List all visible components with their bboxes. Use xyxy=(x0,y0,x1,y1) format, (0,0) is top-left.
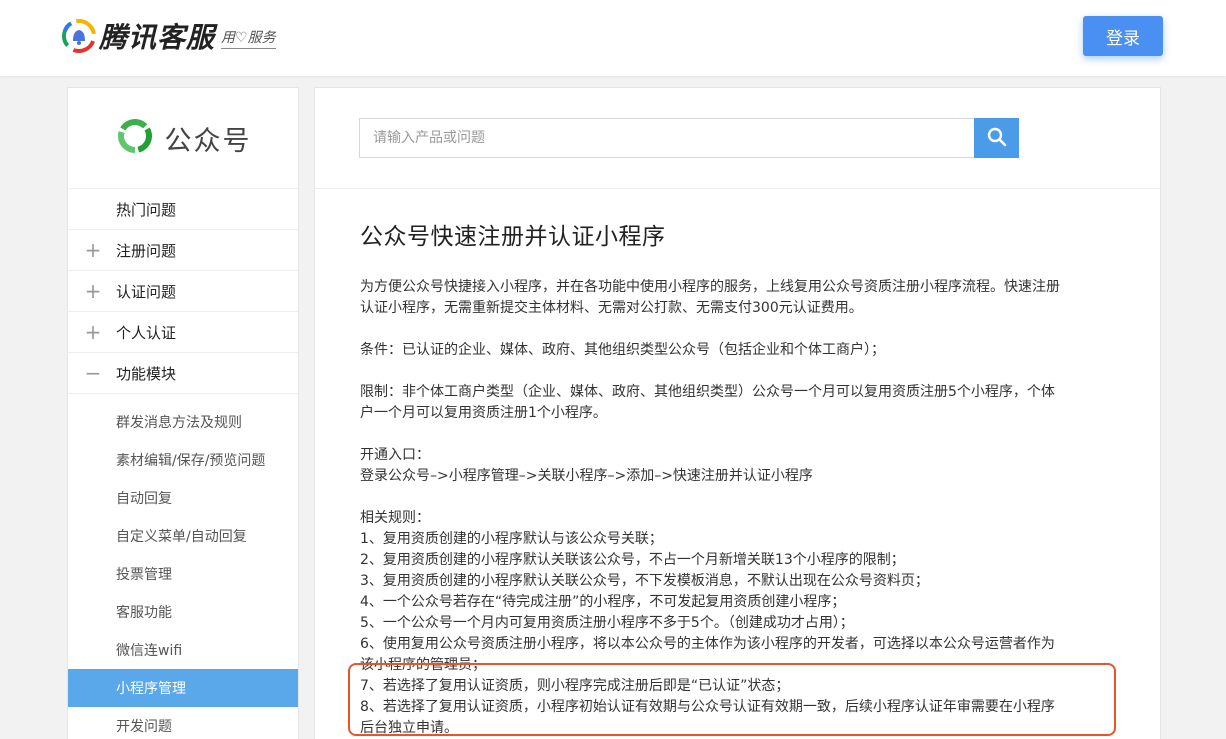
rule-item: 6、使用复用公众号资质注册小程序，将以本公众号的主体作为该小程序的开发者，可选择… xyxy=(360,636,1055,652)
search-bar xyxy=(315,88,1160,189)
sub-item-mini-program-management[interactable]: 小程序管理 xyxy=(68,669,298,707)
plus-icon: + xyxy=(84,320,102,344)
sub-item-wechat-wifi[interactable]: 微信连wifi xyxy=(68,631,298,669)
sidebar-item-label: 认证问题 xyxy=(116,282,177,301)
rule-item: 1、复用资质创建的小程序默认与该公众号关联； xyxy=(360,531,663,547)
login-button[interactable]: 登录 xyxy=(1083,16,1163,56)
sidebar-item-function-modules[interactable]: − 功能模块 xyxy=(68,353,298,394)
intro-line: 认证小程序，无需重新提交主体材料、无需对公打款、无需支付300元认证费用。 xyxy=(360,300,863,316)
rule-item: 4、一个公众号若存在“待完成注册”的小程序，不可发起复用资质创建小程序； xyxy=(360,594,846,610)
intro-line: 为方便公众号快捷接入小程序，并在各功能中使用小程序的服务，上线复用公众号资质注册… xyxy=(360,279,1060,295)
logo-slogan: 用♡服务 xyxy=(221,27,276,49)
rule-item: 5、一个公众号一个月内可复用资质注册小程序不多于5个。（创建成功才占用）； xyxy=(360,615,854,631)
sidebar-item-personal-certification[interactable]: + 个人认证 xyxy=(68,312,298,353)
sidebar-brand: 公众号 xyxy=(68,88,298,189)
sub-item-custom-menu[interactable]: 自定义菜单/自动回复 xyxy=(68,517,298,555)
tencent-bell-logo-icon xyxy=(62,19,96,53)
tencent-kefu-logo[interactable]: 腾讯客服 用♡服务 xyxy=(62,17,276,55)
sub-item-material-editing[interactable]: 素材编辑/保存/预览问题 xyxy=(68,441,298,479)
sidebar-item-label: 热门问题 xyxy=(116,200,177,219)
article-title: 公众号快速注册并认证小程序 xyxy=(360,224,666,250)
main-content: 公众号快速注册并认证小程序 为方便公众号快捷接入小程序，并在各功能中使用小程序的… xyxy=(314,87,1161,739)
sidebar-item-label: 个人认证 xyxy=(116,323,177,342)
sub-item-vote-management[interactable]: 投票管理 xyxy=(68,555,298,593)
article: 公众号快速注册并认证小程序 为方便公众号快捷接入小程序，并在各功能中使用小程序的… xyxy=(348,217,1120,739)
entry-path: 登录公众号–>小程序管理–>关联小程序–>添加–>快速注册并认证小程序 xyxy=(360,468,813,484)
sidebar-item-registration[interactable]: + 注册问题 xyxy=(68,230,298,271)
rule-item: 3、复用资质创建的小程序默认关联公众号，不下发模板消息，不默认出现在公众号资料页… xyxy=(360,573,929,589)
sub-item-auto-reply[interactable]: 自动回复 xyxy=(68,479,298,517)
sidebar-brand-label: 公众号 xyxy=(164,125,252,157)
rule-item: 2、复用资质创建的小程序默认关联该公众号，不占一个月新增关联13个小程序的限制； xyxy=(360,552,905,568)
entry-heading: 开通入口： xyxy=(360,447,430,463)
search-button[interactable] xyxy=(974,118,1019,158)
logo-text: 腾讯客服 xyxy=(99,21,216,54)
limit-line: 限制：非个体工商户类型（企业、媒体、政府、其他组织类型）公众号一个月可以复用资质… xyxy=(360,384,1055,400)
sub-item-customer-service[interactable]: 客服功能 xyxy=(68,593,298,631)
condition-text: 条件：已认证的企业、媒体、政府、其他组织类型公众号（包括企业和个体工商户）； xyxy=(360,342,885,358)
limit-line: 户一个月可以复用资质注册1个小程序。 xyxy=(360,405,607,421)
rules-heading: 相关规则： xyxy=(360,510,430,526)
sidebar-item-label: 注册问题 xyxy=(116,241,177,260)
sidebar-item-hot-questions[interactable]: 热门问题 xyxy=(68,189,298,230)
highlight-annotation-box xyxy=(348,663,1116,736)
plus-icon: + xyxy=(84,238,102,262)
sub-item-development[interactable]: 开发问题 xyxy=(68,707,298,739)
search-input[interactable] xyxy=(359,118,975,158)
search-icon xyxy=(987,127,1007,150)
sidebar: 公众号 热门问题 + 注册问题 + 认证问题 + 个人认证 − 功能模块 群发消… xyxy=(67,87,299,739)
minus-icon: − xyxy=(84,361,102,385)
function-modules-sublist: 群发消息方法及规则 素材编辑/保存/预览问题 自动回复 自定义菜单/自动回复 投… xyxy=(68,394,298,739)
top-header: 腾讯客服 用♡服务 登录 xyxy=(0,0,1226,76)
sub-item-mass-message[interactable]: 群发消息方法及规则 xyxy=(68,403,298,441)
sidebar-item-label: 功能模块 xyxy=(116,364,177,383)
plus-icon: + xyxy=(84,279,102,303)
wechat-official-account-icon xyxy=(115,116,155,160)
sidebar-item-certification[interactable]: + 认证问题 xyxy=(68,271,298,312)
expand-icon xyxy=(84,200,102,218)
